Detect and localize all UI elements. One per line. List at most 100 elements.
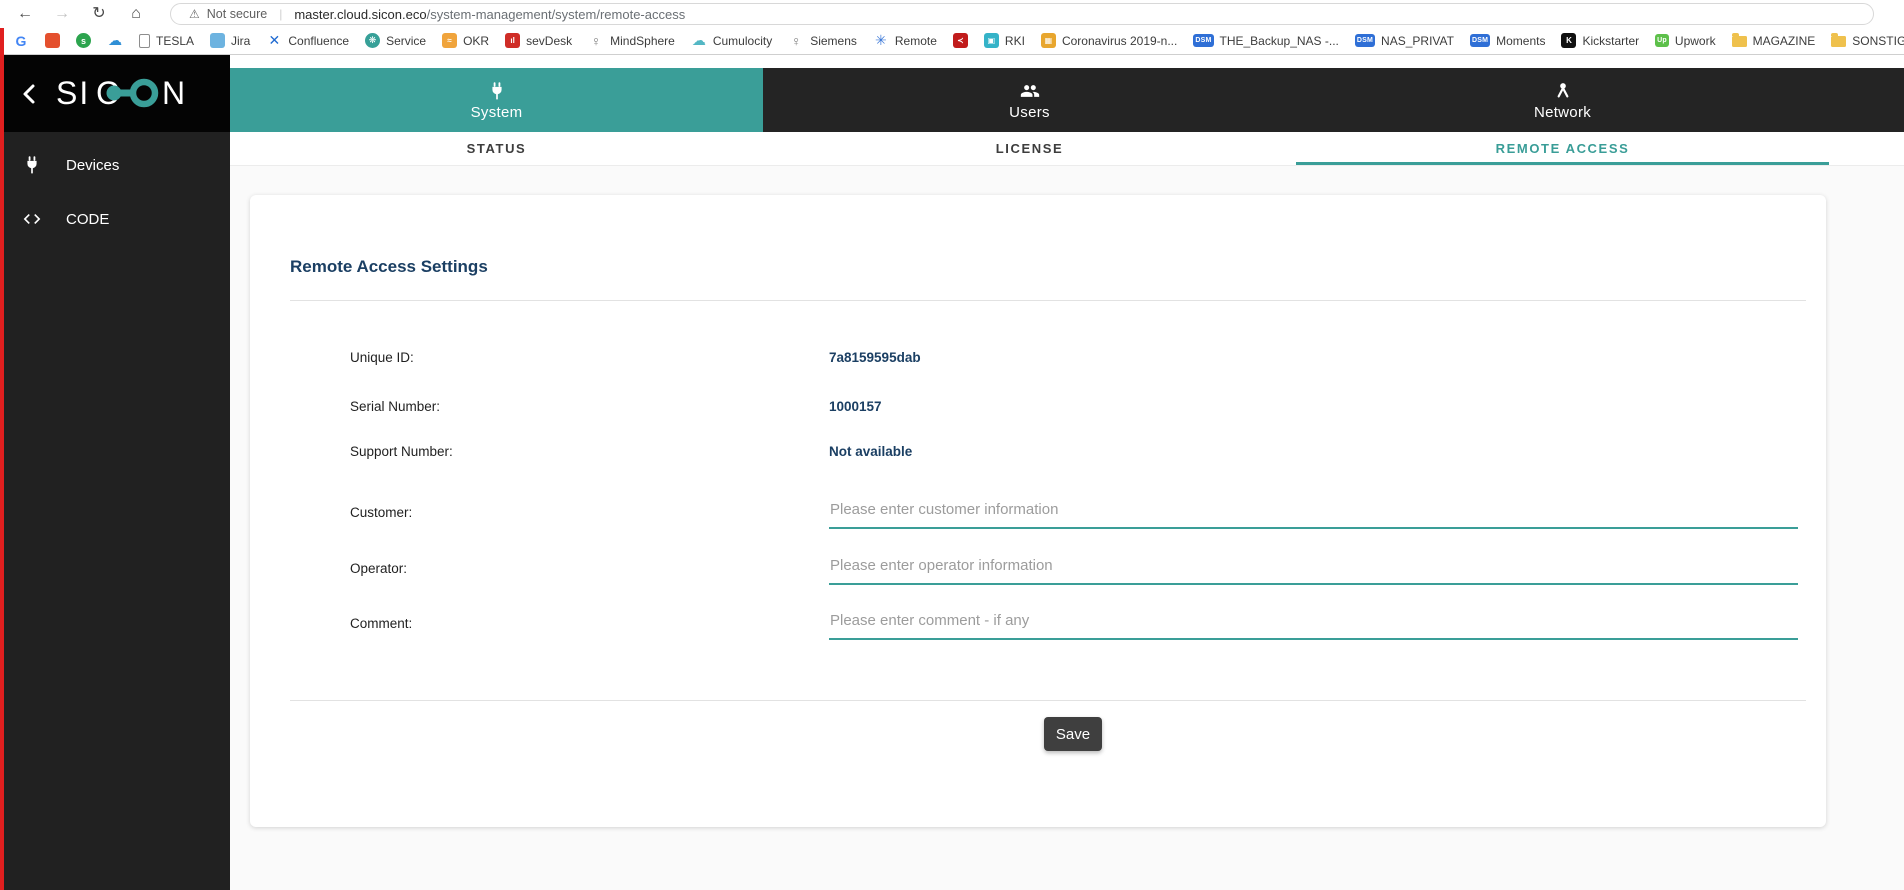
bookmark-kickstarter[interactable]: K Kickstarter	[1561, 33, 1639, 48]
dsm-badge-icon: DSM	[1355, 34, 1375, 47]
bookmark-remote[interactable]: ✳Remote	[873, 32, 937, 49]
field-label: Serial Number:	[350, 399, 440, 414]
field-label: Unique ID:	[350, 350, 414, 365]
not-secure-warning-icon: ⚠	[189, 7, 200, 21]
support-number-value: Not available	[829, 444, 912, 459]
refresh-icon[interactable]: ↻	[88, 1, 110, 27]
bookmark[interactable]: s	[76, 33, 91, 48]
dsm-badge-icon: DSM	[1470, 34, 1490, 47]
field-row-unique-id: Unique ID:7a8159595dab	[250, 350, 1826, 370]
bookmark[interactable]: ≺	[953, 33, 968, 48]
divider-line	[290, 700, 1806, 701]
bookmark[interactable]: G	[13, 33, 29, 49]
bookmark[interactable]: ☁	[107, 32, 123, 49]
tab-network[interactable]: Network	[1296, 68, 1829, 132]
bookmark-label: MindSphere	[610, 34, 675, 48]
bookmark-label: THE_Backup_NAS -...	[1220, 34, 1339, 48]
sidebar-item-code[interactable]: CODE	[0, 196, 230, 242]
bookmark-label: Kickstarter	[1582, 34, 1639, 48]
subtab-license[interactable]: LICENSE	[763, 132, 1296, 165]
bookmark-icon: ♀	[588, 33, 604, 49]
bookmark-label: Siemens	[810, 34, 857, 48]
tab-users[interactable]: Users	[763, 68, 1296, 132]
bookmark-magazine[interactable]: MAGAZINE	[1732, 34, 1816, 48]
bookmark-service[interactable]: ❋Service	[365, 33, 426, 48]
users-icon	[1020, 79, 1040, 101]
field-row-operator: Operator:	[250, 551, 1826, 587]
subtab-status[interactable]: STATUS	[230, 132, 763, 165]
remote-access-card: Remote Access Settings Save Unique ID:7a…	[250, 195, 1826, 827]
bookmark-label: NAS_PRIVAT	[1381, 34, 1454, 48]
url-path: /system-management/system/remote-access	[427, 7, 686, 22]
bookmark-label: sevDesk	[526, 34, 572, 48]
bookmark-icon: ☁	[691, 32, 707, 49]
sidebar-logo-block: SI C N	[0, 55, 230, 132]
tab-system[interactable]: System	[230, 68, 763, 132]
bookmark-icon: ≺	[953, 33, 968, 48]
address-bar[interactable]: ⚠ Not secure | master.cloud.sicon.eco/sy…	[170, 3, 1874, 25]
bookmark-label: Cumulocity	[713, 34, 772, 48]
field-label: Support Number:	[350, 444, 453, 459]
bookmark-rki[interactable]: ▣RKI	[984, 33, 1025, 48]
bookmark-icon: ❋	[365, 33, 380, 48]
bookmark-mindsphere[interactable]: ♀ MindSphere	[588, 33, 675, 49]
not-secure-label: Not secure	[207, 7, 267, 21]
collapse-sidebar-icon[interactable]	[12, 77, 46, 111]
main-nav: System Users Network	[230, 68, 1904, 132]
bookmark-sonstiges[interactable]: SONSTIGES	[1831, 34, 1904, 48]
forward-icon[interactable]: →	[51, 1, 73, 27]
app-frame: SI C N Devices CODE System Users Network ST…	[0, 55, 1904, 890]
bookmark-icon: ☁	[107, 32, 123, 49]
bookmark-label: Coronavirus 2019-n...	[1062, 34, 1177, 48]
tab-label: Users	[1009, 104, 1050, 121]
bookmark-jira[interactable]: Jira	[210, 33, 250, 48]
folder-icon	[1831, 36, 1846, 47]
svg-text:N: N	[162, 75, 185, 111]
home-icon[interactable]: ⌂	[125, 1, 147, 27]
operator-input[interactable]	[829, 551, 1798, 585]
bookmark-icon: G	[13, 33, 29, 49]
save-button[interactable]: Save	[1044, 717, 1102, 751]
bookmark-the-backup-nas[interactable]: DSMTHE_Backup_NAS -...	[1193, 34, 1339, 48]
back-icon[interactable]: ←	[14, 1, 36, 27]
bookmark-sevdesk[interactable]: ılsevDesk	[505, 33, 572, 48]
window-accent-strip	[0, 28, 4, 890]
bookmark-label: TESLA	[156, 34, 194, 48]
top-gap	[230, 55, 1904, 68]
bookmark-icon: K	[1561, 33, 1576, 48]
field-label: Comment:	[350, 616, 412, 631]
bookmark[interactable]	[45, 33, 60, 48]
nav-filler	[1829, 68, 1904, 132]
comment-input[interactable]	[829, 606, 1798, 640]
address-bar-row: ← → ↻ ⌂ ⚠ Not secure | master.cloud.sico…	[0, 0, 1904, 28]
url-domain: master.cloud.sicon.eco	[294, 7, 426, 22]
bookmark-coronavirus-2019-n[interactable]: ▦Coronavirus 2019-n...	[1041, 33, 1177, 48]
bookmark-icon: ✕	[266, 32, 282, 49]
bookmark-label: RKI	[1005, 34, 1025, 48]
bookmark-tesla[interactable]: TESLA	[139, 34, 194, 48]
svg-text:SI: SI	[56, 75, 90, 111]
code-icon	[20, 207, 44, 231]
address-divider: |	[279, 7, 282, 21]
subtab-remote-access[interactable]: REMOTE ACCESS	[1296, 132, 1829, 165]
bookmark-label: SONSTIGES	[1852, 34, 1904, 48]
bookmark-nas-privat[interactable]: DSM NAS_PRIVAT	[1355, 34, 1454, 48]
divider-line	[290, 300, 1806, 301]
bookmark-label: Jira	[231, 34, 250, 48]
plug-icon	[487, 79, 507, 101]
sub-nav: STATUSLICENSEREMOTE ACCESS	[230, 132, 1904, 166]
bookmark-confluence[interactable]: ✕ Confluence	[266, 32, 349, 49]
sidebar-item-label: Devices	[66, 157, 119, 174]
sidebar-item-devices[interactable]: Devices	[0, 142, 230, 188]
sidebar: SI C N Devices CODE	[0, 55, 230, 890]
bookmark-siemens[interactable]: ♀Siemens	[788, 33, 857, 49]
bookmark-cumulocity[interactable]: ☁ Cumulocity	[691, 32, 772, 49]
bookmark-label: Confluence	[288, 34, 349, 48]
customer-input[interactable]	[829, 495, 1798, 529]
field-label: Customer:	[350, 505, 412, 520]
field-row-customer: Customer:	[250, 495, 1826, 531]
bookmark-moments[interactable]: DSMMoments	[1470, 34, 1546, 48]
field-row-comment: Comment:	[250, 606, 1826, 642]
bookmark-okr[interactable]: ≈OKR	[442, 33, 489, 48]
bookmark-upwork[interactable]: UpUpwork	[1655, 34, 1715, 48]
